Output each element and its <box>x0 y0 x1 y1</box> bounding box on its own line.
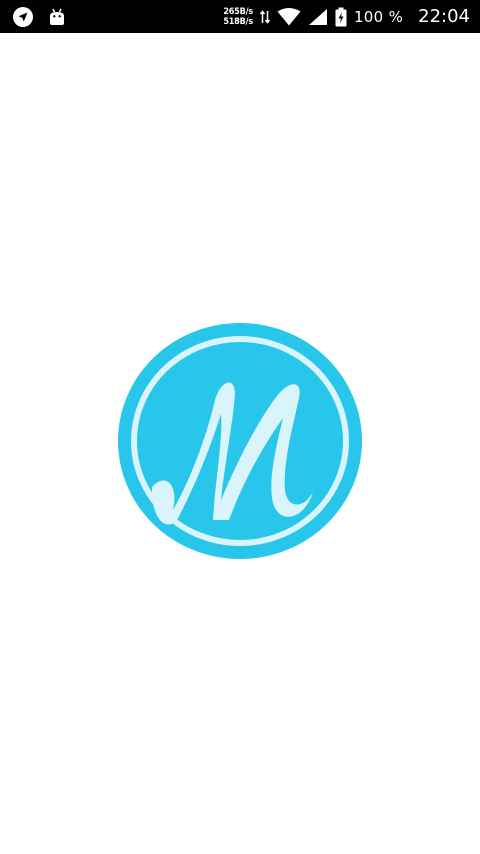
cellular-signal-icon <box>308 8 328 26</box>
network-speed-down: 518B/s <box>223 16 253 27</box>
status-bar-notifications <box>12 6 66 28</box>
navigation-arrow-icon <box>12 6 34 28</box>
battery-percentage: 100 % <box>353 7 404 26</box>
data-transfer-icon <box>259 9 270 25</box>
splash-screen: 265B/s 518B/s 100 % 22:04 <box>0 0 480 854</box>
wifi-icon <box>277 7 301 26</box>
status-bar-clock: 22:04 <box>418 6 470 27</box>
splash-content <box>0 33 480 854</box>
network-speed: 265B/s 518B/s <box>223 7 253 27</box>
network-speed-up: 265B/s <box>223 6 253 17</box>
android-debug-icon <box>48 7 66 27</box>
status-bar-system: 265B/s 518B/s 100 % 22:04 <box>223 6 470 27</box>
battery-charging-icon <box>335 7 347 27</box>
m-letter-logo-icon <box>117 322 363 560</box>
status-bar: 265B/s 518B/s 100 % 22:04 <box>0 0 480 33</box>
